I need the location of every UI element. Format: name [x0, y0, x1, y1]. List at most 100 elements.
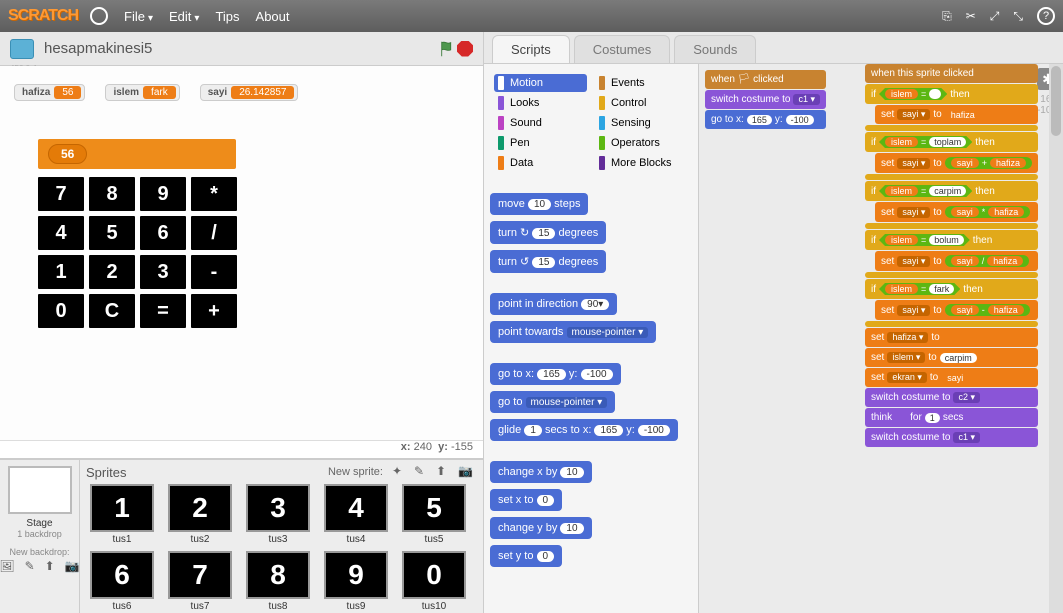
block-point-towards[interactable]: point towards mouse-pointer ▾	[490, 321, 656, 343]
block-glide[interactable]: glide 1 secs to x: 165 y: -100	[490, 419, 678, 441]
block-switch-costume[interactable]: switch costume toc1 ▾	[705, 90, 826, 109]
block-think[interactable]: thinkfor1secs	[865, 408, 1038, 427]
calc-key--[interactable]: -	[191, 255, 237, 289]
language-icon[interactable]	[90, 7, 108, 25]
about-menu[interactable]: About	[256, 9, 290, 24]
calc-key-7[interactable]: 7	[38, 177, 84, 211]
project-title[interactable]: hesapmakinesi5	[44, 40, 439, 57]
block-set-sayi-1[interactable]: setsayi ▾tohafiza	[875, 105, 1038, 124]
stage[interactable]: hafiza 56 islem fark sayi 26.142857 56 7…	[0, 66, 483, 440]
category-sound[interactable]: Sound	[494, 114, 587, 132]
tab-scripts[interactable]: Scripts	[492, 35, 570, 63]
variable-monitor-sayi[interactable]: sayi 26.142857	[200, 84, 299, 101]
calc-key-5[interactable]: 5	[89, 216, 135, 250]
block-set-sayi-5[interactable]: setsayi ▾tosayi-hafiza	[875, 300, 1038, 320]
sprite-tus5[interactable]: 5tus5	[398, 484, 470, 545]
scratch-logo[interactable]: SCRATCH	[8, 7, 78, 25]
scripts-area[interactable]: ✱ x: 165y: -100 when 🏳 clicked switch co…	[699, 64, 1063, 613]
category-motion[interactable]: Motion	[494, 74, 587, 92]
cut-icon[interactable]: ✂	[966, 9, 976, 23]
calc-key-8[interactable]: 8	[89, 177, 135, 211]
backdrop-library-icon[interactable]: 🖼	[0, 559, 15, 575]
backdrop-paint-icon[interactable]: ✎	[25, 559, 35, 575]
category-control[interactable]: Control	[595, 94, 688, 112]
calc-key-6[interactable]: 6	[140, 216, 186, 250]
block-set-ekran[interactable]: setekran ▾tosayi	[865, 368, 1038, 387]
category-sensing[interactable]: Sensing	[595, 114, 688, 132]
calc-key-9[interactable]: 9	[140, 177, 186, 211]
sprite-tus3[interactable]: 3tus3	[242, 484, 314, 545]
shrink-icon[interactable]: ⤡	[1013, 9, 1023, 24]
sprite-tus9[interactable]: 9tus9	[320, 551, 392, 612]
file-menu[interactable]: File	[124, 9, 153, 24]
sprite-tus10[interactable]: 0tus10	[398, 551, 470, 612]
block-switch-costume-2[interactable]: switch costume toc2 ▾	[865, 388, 1038, 407]
block-when-flag-clicked[interactable]: when 🏳 clicked	[705, 70, 826, 89]
block-change-x[interactable]: change x by 10	[490, 461, 592, 483]
block-turn-ccw[interactable]: turn ↺ 15 degrees	[490, 250, 606, 273]
calc-key-2[interactable]: 2	[89, 255, 135, 289]
sprite-thumbnail-icon[interactable]	[10, 39, 34, 59]
block-move-steps[interactable]: move 10 steps	[490, 193, 588, 215]
tab-costumes[interactable]: Costumes	[574, 35, 671, 63]
calc-key-C[interactable]: C	[89, 294, 135, 328]
sprite-tus8[interactable]: 8tus8	[242, 551, 314, 612]
calc-key-=[interactable]: =	[140, 294, 186, 328]
block-set-x[interactable]: set x to 0	[490, 489, 562, 511]
category-events[interactable]: Events	[595, 74, 688, 92]
category-data[interactable]: Data	[494, 154, 587, 172]
stage-selector[interactable]: Stage 1 backdrop New backdrop: 🖼 ✎ ⬆ 📷	[0, 460, 80, 613]
sprite-tus2[interactable]: 2tus2	[164, 484, 236, 545]
block-if-5[interactable]: ifislem=farkthen	[865, 279, 1038, 299]
calc-key-*[interactable]: *	[191, 177, 237, 211]
calc-key-0[interactable]: 0	[38, 294, 84, 328]
tips-menu[interactable]: Tips	[215, 9, 239, 24]
sprite-tus1[interactable]: 1tus1	[86, 484, 158, 545]
block-if-2[interactable]: ifislem=toplamthen	[865, 132, 1038, 152]
block-point-direction[interactable]: point in direction 90▾	[490, 293, 617, 315]
block-set-islem[interactable]: setislem ▾tocarpim	[865, 348, 1038, 367]
tab-sounds[interactable]: Sounds	[674, 35, 756, 63]
block-set-hafiza[interactable]: sethafiza ▾to	[865, 328, 1038, 347]
script-stack-1[interactable]: when 🏳 clicked switch costume toc1 ▾ go …	[705, 70, 826, 130]
duplicate-icon[interactable]: ⎘	[942, 9, 952, 24]
block-set-sayi-3[interactable]: setsayi ▾tosayi*hafiza	[875, 202, 1038, 222]
category-operators[interactable]: Operators	[595, 134, 688, 152]
block-set-sayi-4[interactable]: setsayi ▾tosayi/hafiza	[875, 251, 1038, 271]
sprite-camera-icon[interactable]: 📷	[458, 464, 474, 480]
help-icon[interactable]: ?	[1037, 7, 1055, 25]
stop-icon[interactable]	[457, 41, 473, 57]
block-if-4[interactable]: ifislem=bolumthen	[865, 230, 1038, 250]
block-change-y[interactable]: change y by 10	[490, 517, 592, 539]
sprite-library-icon[interactable]: ✦	[392, 464, 408, 480]
sprite-tus6[interactable]: 6tus6	[86, 551, 158, 612]
variable-monitor-hafiza[interactable]: hafiza 56	[14, 84, 85, 101]
sprite-tus4[interactable]: 4tus4	[320, 484, 392, 545]
grow-icon[interactable]: ⤢	[990, 9, 1000, 24]
calc-key-3[interactable]: 3	[140, 255, 186, 289]
block-set-sayi-2[interactable]: setsayi ▾tosayi+hafiza	[875, 153, 1038, 173]
block-turn-cw[interactable]: turn ↻ 15 degrees	[490, 221, 606, 244]
sprite-paint-icon[interactable]: ✎	[414, 464, 430, 480]
scripts-scrollbar[interactable]	[1049, 64, 1063, 613]
calc-key-4[interactable]: 4	[38, 216, 84, 250]
backdrop-upload-icon[interactable]: ⬆	[45, 559, 55, 575]
calc-key-/[interactable]: /	[191, 216, 237, 250]
block-set-y[interactable]: set y to 0	[490, 545, 562, 567]
calc-key-+[interactable]: +	[191, 294, 237, 328]
block-goto[interactable]: go to mouse-pointer ▾	[490, 391, 615, 413]
calc-key-1[interactable]: 1	[38, 255, 84, 289]
category-more-blocks[interactable]: More Blocks	[595, 154, 688, 172]
block-when-sprite-clicked[interactable]: when this sprite clicked	[865, 64, 1038, 83]
sprite-tus7[interactable]: 7tus7	[164, 551, 236, 612]
green-flag-icon[interactable]	[439, 40, 457, 58]
block-if-1[interactable]: ifislem=then	[865, 84, 1038, 104]
category-looks[interactable]: Looks	[494, 94, 587, 112]
sprite-upload-icon[interactable]: ⬆	[436, 464, 452, 480]
script-stack-2[interactable]: when this sprite clicked ifislem=then se…	[865, 64, 1038, 448]
edit-menu[interactable]: Edit	[169, 9, 199, 24]
block-goto-xy[interactable]: go to x:165y:-100	[705, 110, 826, 129]
backdrop-camera-icon[interactable]: 📷	[65, 559, 80, 575]
block-switch-costume-3[interactable]: switch costume toc1 ▾	[865, 428, 1038, 447]
block-goto-xy[interactable]: go to x: 165 y: -100	[490, 363, 621, 385]
